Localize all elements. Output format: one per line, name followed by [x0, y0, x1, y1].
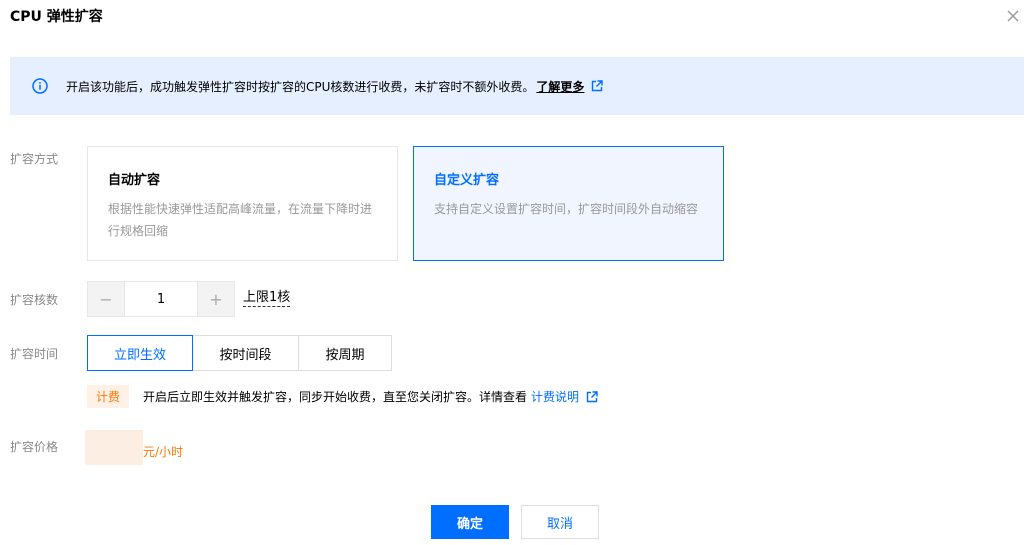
price-label: 扩容价格: [10, 440, 59, 454]
cores-stepper: − 1 +: [87, 281, 235, 317]
timing-option-cycle[interactable]: 按周期: [298, 335, 392, 371]
timing-segmented-control: 立即生效 按时间段 按周期: [87, 335, 392, 371]
cpu-scale-dialog: CPU 弹性扩容 开启该功能后，成功触发弹性扩容时按扩容的CPU核数进行收费，未…: [0, 0, 1029, 545]
price-value-redacted: [85, 430, 143, 465]
card-title: 自动扩容: [108, 173, 161, 188]
cores-limit[interactable]: 上限1核: [243, 289, 291, 307]
info-notice: 开启该功能后，成功触发弹性扩容时按扩容的CPU核数进行收费，未扩容时不额外收费。…: [10, 57, 1024, 115]
price-unit: 元/小时: [143, 445, 184, 459]
card-title: 自定义扩容: [434, 173, 500, 188]
cancel-button[interactable]: 取消: [521, 505, 599, 539]
billing-info: 计费 开启后立即生效并触发扩容，同步开始收费，直至您关闭扩容。详情查看 计费说明: [87, 385, 599, 408]
auto-scale-card[interactable]: 自动扩容 根据性能快速弹性适配高峰流量，在流量下降时进行规格回缩: [87, 146, 398, 261]
billing-link[interactable]: 计费说明: [531, 388, 579, 405]
card-desc: 根据性能快速弹性适配高峰流量，在流量下降时进行规格回缩: [108, 202, 373, 238]
billing-tag: 计费: [87, 385, 130, 408]
info-icon: [32, 78, 48, 94]
close-icon[interactable]: [1004, 7, 1022, 25]
cores-label: 扩容核数: [10, 293, 59, 307]
learn-more-link[interactable]: 了解更多: [536, 78, 584, 95]
billing-text: 开启后立即生效并触发扩容，同步开始收费，直至您关闭扩容。详情查看: [143, 390, 528, 404]
external-link-icon[interactable]: [585, 390, 599, 404]
timing-label: 扩容时间: [10, 347, 59, 361]
increment-button[interactable]: +: [198, 282, 234, 316]
scale-mode-label: 扩容方式: [10, 152, 59, 166]
card-desc: 支持自定义设置扩容时间，扩容时间段外自动缩容: [434, 202, 699, 216]
timing-option-immediate[interactable]: 立即生效: [87, 335, 193, 371]
decrement-button[interactable]: −: [88, 282, 124, 316]
external-link-icon[interactable]: [590, 79, 604, 93]
notice-text: 开启该功能后，成功触发弹性扩容时按扩容的CPU核数进行收费，未扩容时不额外收费。: [66, 79, 535, 94]
timing-option-period[interactable]: 按时间段: [192, 335, 299, 371]
confirm-button[interactable]: 确定: [431, 505, 509, 539]
custom-scale-card[interactable]: 自定义扩容 支持自定义设置扩容时间，扩容时间段外自动缩容: [413, 146, 724, 261]
cores-input[interactable]: 1: [124, 282, 198, 316]
dialog-title: CPU 弹性扩容: [10, 9, 103, 25]
